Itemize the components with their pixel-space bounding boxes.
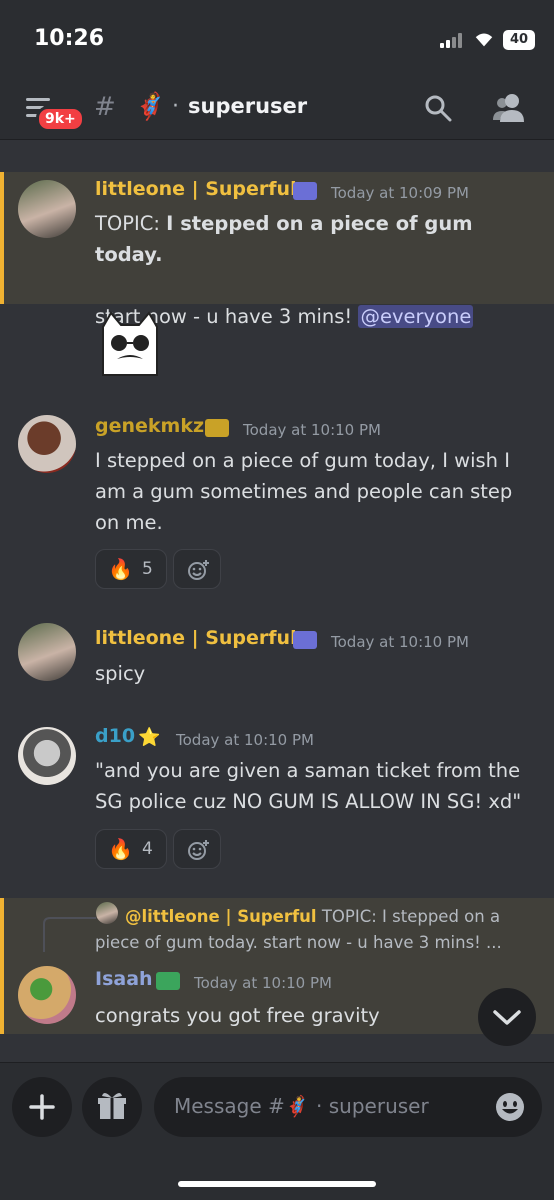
channel-name[interactable]: superuser [188, 94, 307, 118]
fire-icon: 🔥 [108, 837, 133, 861]
timestamp: Today at 10:10 PM [331, 633, 469, 651]
members-icon[interactable] [492, 92, 526, 124]
gift-button[interactable] [82, 1077, 142, 1137]
placeholder-emoji: 🦸 [284, 1094, 310, 1118]
message-text-prefix: TOPIC: [95, 212, 167, 235]
timestamp: Today at 10:09 PM [331, 184, 469, 202]
role-tag-icon [156, 972, 180, 990]
sticker[interactable] [95, 309, 165, 379]
username[interactable]: d10 [95, 725, 135, 747]
unread-badge: 9k+ [36, 106, 85, 132]
reply-preview[interactable]: @littleone | Superful TOPIC: I stepped o… [95, 904, 531, 956]
reaction-count: 5 [142, 559, 153, 579]
star-icon: ⭐ [138, 727, 161, 748]
home-indicator[interactable] [178, 1181, 376, 1187]
message-item[interactable]: littleone | Superful Today at 10:09 PM T… [0, 172, 554, 328]
channel-separator: · [172, 94, 179, 119]
message-item[interactable]: genekmkz Today at 10:10 PM I stepped on … [0, 409, 554, 599]
gift-icon [98, 1092, 126, 1119]
avatar[interactable] [18, 727, 76, 785]
reply-connector [43, 917, 96, 952]
chevron-down-icon [493, 1010, 521, 1025]
placeholder-prefix: Message # [174, 1094, 285, 1118]
message-input[interactable]: Message #🦸 · superuser [154, 1077, 542, 1137]
message-text: "and you are given a saman ticket from t… [95, 759, 522, 813]
add-reaction-icon [188, 560, 209, 580]
reaction-count: 4 [142, 839, 153, 859]
placeholder-channel: superuser [328, 1094, 429, 1118]
wifi-icon [475, 33, 493, 47]
avatar[interactable] [18, 180, 76, 238]
timestamp: Today at 10:10 PM [243, 421, 381, 439]
role-tag-icon [205, 419, 229, 437]
emoji-icon[interactable] [494, 1091, 526, 1123]
reply-author[interactable]: @littleone | Superful [125, 907, 317, 926]
message-text: spicy [95, 662, 146, 685]
battery-indicator: 40 [503, 30, 535, 50]
avatar[interactable] [18, 415, 76, 473]
message-item[interactable]: d10 ⭐ Today at 10:10 PM "and you are giv… [0, 719, 554, 869]
search-icon[interactable] [424, 94, 452, 122]
avatar[interactable] [18, 966, 76, 1024]
message-item[interactable]: @littleone | Superful TOPIC: I stepped o… [0, 898, 554, 1034]
reaction-pill[interactable]: 🔥 5 [95, 549, 167, 589]
message-item[interactable]: littleone | Superful Today at 10:10 PM s… [0, 617, 554, 697]
message-placeholder: Message #🦸 · superuser [174, 1094, 429, 1118]
message-text: I stepped on a piece of gum today, I wis… [95, 449, 513, 534]
placeholder-separator: · [316, 1094, 323, 1118]
mention[interactable]: @everyone [358, 305, 474, 328]
role-tag-icon [293, 631, 317, 649]
username[interactable]: littleone | Superful [95, 178, 297, 200]
clock: 10:26 [34, 26, 105, 51]
message-list[interactable]: littleone | Superful Today at 10:09 PM T… [0, 141, 554, 1061]
channel-emoji: 🦸 [134, 92, 167, 122]
timestamp: Today at 10:10 PM [194, 974, 332, 992]
cellular-signal-icon [440, 32, 466, 48]
role-tag-icon [293, 182, 317, 200]
fire-icon: 🔥 [108, 557, 133, 581]
cat-sticker-icon [102, 311, 158, 376]
reaction-pill[interactable]: 🔥 4 [95, 829, 167, 869]
username[interactable]: littleone | Superful [95, 627, 297, 649]
add-reaction-button[interactable] [173, 829, 221, 869]
add-reaction-button[interactable] [173, 549, 221, 589]
timestamp: Today at 10:10 PM [176, 731, 314, 749]
add-attachment-button[interactable] [12, 1077, 72, 1137]
username[interactable]: Isaah [95, 968, 153, 990]
jump-to-present-button[interactable] [478, 988, 536, 1046]
username[interactable]: genekmkz [95, 415, 204, 437]
add-reaction-icon [188, 840, 209, 860]
message-composer: Message #🦸 · superuser [0, 1062, 554, 1200]
plus-icon [29, 1094, 55, 1120]
channel-header: 9k+ # 🦸 · superuser [0, 80, 554, 140]
avatar[interactable] [18, 623, 76, 681]
message-text: congrats you got free gravity [95, 1004, 380, 1027]
status-bar: 10:26 40 [0, 0, 554, 80]
locked-hash-icon: # [94, 92, 116, 122]
